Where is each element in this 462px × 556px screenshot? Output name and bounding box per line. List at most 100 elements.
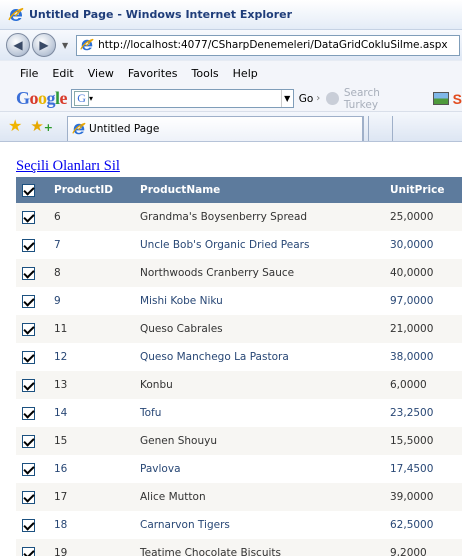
row-select-cell [16,539,48,556]
product-id-cell: 14 [48,399,134,427]
row-select-cell [16,511,48,539]
product-name-cell: Konbu [134,371,384,399]
go-chevron-icon[interactable]: › [316,93,320,104]
address-input[interactable]: http://localhost:4077/CSharpDenemeleri/D… [76,34,460,56]
product-id-cell: 9 [48,287,134,315]
tab-bar: ★ ★+ Untitled Page [0,112,462,142]
product-id-cell: 16 [48,455,134,483]
product-name-cell: Northwoods Cranberry Sauce [134,259,384,287]
product-id-cell: 6 [48,203,134,231]
search-turkey-button[interactable]: Search Turkey [344,87,415,111]
favorites-star-icon[interactable]: ★ [8,116,22,135]
page-icon [80,38,94,52]
back-button[interactable]: ◀ [6,33,30,57]
unit-price-cell: 21,0000 [384,315,462,343]
row-checkbox[interactable] [22,378,35,392]
row-checkbox[interactable] [22,462,35,476]
header-product-id: ProductID [48,177,134,203]
row-select-cell [16,203,48,231]
menu-favorites[interactable]: Favorites [128,67,178,80]
product-name-cell: Pavlova [134,455,384,483]
unit-price-cell: 30,0000 [384,231,462,259]
back-arrow-icon: ◀ [13,38,23,52]
row-checkbox[interactable] [22,406,35,420]
google-toolbar: Google G ▾ ▼ Go › Search Turkey S [0,86,462,112]
menu-bar: File Edit View Favorites Tools Help [0,60,462,86]
row-checkbox[interactable] [22,322,35,336]
product-name-cell: Uncle Bob's Organic Dried Pears [134,231,384,259]
select-all-checkbox[interactable] [22,183,35,197]
table-row: 13 Konbu 6,0000 [16,371,462,399]
window-title-bar: Untitled Page - Windows Internet Explore… [0,0,462,30]
row-select-cell [16,455,48,483]
unit-price-cell: 97,0000 [384,287,462,315]
unit-price-cell: 25,0000 [384,203,462,231]
row-select-cell [16,343,48,371]
row-select-cell [16,399,48,427]
row-checkbox[interactable] [22,266,35,280]
product-id-cell: 13 [48,371,134,399]
table-row: 9 Mishi Kobe Niku 97,0000 [16,287,462,315]
table-row: 7 Uncle Bob's Organic Dried Pears 30,0000 [16,231,462,259]
products-grid: ProductID ProductName UnitPrice 6 Grandma… [16,177,462,556]
table-row: 11 Queso Cabrales 21,0000 [16,315,462,343]
tab-title: Untitled Page [89,123,160,135]
new-tab-button[interactable] [369,116,394,141]
delete-selected-link[interactable]: Seçili Olanları Sil [16,158,120,175]
tab-page-icon [72,122,86,136]
history-dropdown-icon[interactable]: ▼ [62,41,68,50]
product-id-cell: 17 [48,483,134,511]
product-name-cell: Tofu [134,399,384,427]
header-select-all-cell [16,177,48,203]
row-checkbox[interactable] [22,350,35,364]
google-go-button[interactable]: Go [299,93,314,105]
row-select-cell [16,371,48,399]
menu-tools[interactable]: Tools [192,67,219,80]
table-row: 8 Northwoods Cranberry Sauce 40,0000 [16,259,462,287]
google-logo[interactable]: Google [16,88,68,109]
product-name-cell: Teatime Chocolate Biscuits [134,539,384,556]
google-g-icon: G [74,91,90,106]
menu-file[interactable]: File [20,67,38,80]
row-select-cell [16,287,48,315]
address-url: http://localhost:4077/CSharpDenemeleri/D… [98,39,448,51]
menu-help[interactable]: Help [233,67,258,80]
product-name-cell: Mishi Kobe Niku [134,287,384,315]
product-name-cell: Alice Mutton [134,483,384,511]
unit-price-cell: 23,2500 [384,399,462,427]
s-toolbar-icon[interactable]: S [453,91,462,107]
row-checkbox[interactable] [22,294,35,308]
row-select-cell [16,231,48,259]
unit-price-cell: 38,0000 [384,343,462,371]
table-row: 18 Carnarvon Tigers 62,5000 [16,511,462,539]
table-row: 12 Queso Manchego La Pastora 38,0000 [16,343,462,371]
google-search-dropdown-icon[interactable]: ▼ [280,90,293,107]
unit-price-cell: 39,0000 [384,483,462,511]
row-checkbox[interactable] [22,518,35,532]
row-checkbox[interactable] [22,490,35,504]
product-id-cell: 18 [48,511,134,539]
table-row: 14 Tofu 23,2500 [16,399,462,427]
add-favorite-icon[interactable]: ★+ [30,117,53,135]
menu-edit[interactable]: Edit [52,67,73,80]
unit-price-cell: 17,4500 [384,455,462,483]
row-checkbox[interactable] [22,238,35,252]
image-search-icon[interactable] [433,92,449,105]
product-name-cell: Queso Cabrales [134,315,384,343]
table-row: 6 Grandma's Boysenberry Spread 25,0000 [16,203,462,231]
google-search-input[interactable]: G ▾ ▼ [71,89,294,108]
menu-view[interactable]: View [88,67,114,80]
row-checkbox[interactable] [22,210,35,224]
product-id-cell: 12 [48,343,134,371]
table-row: 19 Teatime Chocolate Biscuits 9,2000 [16,539,462,556]
row-checkbox[interactable] [22,434,35,448]
unit-price-cell: 15,5000 [384,427,462,455]
grid-header-row: ProductID ProductName UnitPrice [16,177,462,203]
search-turkey-icon [326,92,339,105]
forward-button[interactable]: ▶ [32,33,56,57]
window-title: Untitled Page - Windows Internet Explore… [29,8,293,21]
tab-untitled-page[interactable]: Untitled Page [67,116,364,141]
unit-price-cell: 9,2000 [384,539,462,556]
forward-arrow-icon: ▶ [39,38,49,52]
row-checkbox[interactable] [22,546,35,556]
